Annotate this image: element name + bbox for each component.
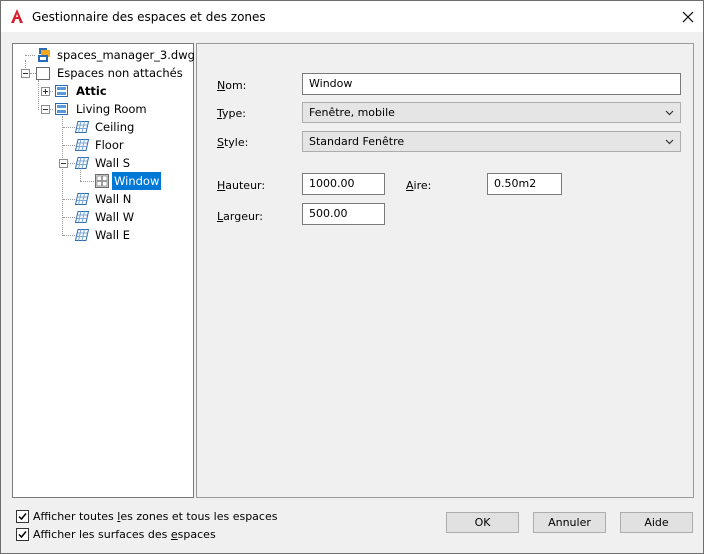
collapse-toggle[interactable] — [41, 105, 50, 114]
surface-icon — [74, 193, 90, 205]
hauteur-label: Hauteur: — [217, 179, 266, 192]
aire-label: Aire: — [406, 179, 432, 192]
surface-icon — [74, 229, 90, 241]
tree-item-living-room[interactable]: Living Room — [13, 100, 193, 118]
show-all-zones-label: Afficher toutes les zones et tous les es… — [33, 510, 278, 523]
tree-item-wall-s[interactable]: Wall S — [13, 154, 193, 172]
nom-field[interactable]: Window — [302, 73, 681, 95]
tree-item-ceiling[interactable]: Ceiling — [13, 118, 193, 136]
tree-item-attic[interactable]: Attic — [13, 82, 193, 100]
show-surfaces-option[interactable]: Afficher les surfaces des espaces — [16, 527, 216, 542]
chevron-down-icon — [665, 139, 674, 145]
largeur-label: Largeur: — [217, 210, 263, 223]
aire-field[interactable]: 0.50m2 — [487, 173, 562, 195]
title-bar: Gestionnaire des espaces et des zones — [1, 1, 703, 32]
expand-toggle[interactable] — [41, 87, 50, 96]
tree-item-wall-w[interactable]: Wall W — [13, 208, 193, 226]
hauteur-field[interactable]: 1000.00 — [302, 173, 385, 195]
show-surfaces-checkbox[interactable] — [16, 528, 29, 541]
space-icon — [55, 103, 68, 115]
properties-panel: Nom: Window Type: Fenêtre, mobile Style:… — [196, 43, 694, 498]
collapse-toggle[interactable] — [21, 69, 30, 78]
cancel-button[interactable]: Annuler — [533, 512, 606, 533]
checkmark-icon — [18, 513, 27, 521]
help-button[interactable]: Aide — [620, 512, 693, 533]
tree-label-wall-n: Wall N — [95, 192, 132, 206]
type-select-value: Fenêtre, mobile — [309, 106, 395, 119]
tree-label-wall-w: Wall W — [95, 210, 135, 224]
checkmark-icon — [18, 531, 27, 539]
tree-label-attic: Attic — [76, 84, 107, 98]
collapse-toggle[interactable] — [59, 159, 68, 168]
type-select[interactable]: Fenêtre, mobile — [302, 102, 681, 123]
folder-icon — [36, 67, 50, 80]
style-label: Style: — [217, 136, 249, 149]
tree-label-wall-s: Wall S — [95, 156, 131, 170]
opening-icon — [95, 174, 109, 188]
space-tree[interactable]: spaces_manager_3.dwg Espaces non attaché… — [12, 43, 195, 498]
space-zone-manager-dialog: Gestionnaire des espaces et des zones sp… — [0, 0, 704, 554]
space-icon — [55, 85, 68, 97]
show-surfaces-label: Afficher les surfaces des espaces — [33, 528, 216, 541]
show-all-zones-option[interactable]: Afficher toutes les zones et tous les es… — [16, 509, 277, 524]
close-icon — [682, 11, 694, 22]
surface-icon — [74, 139, 90, 151]
show-all-zones-checkbox[interactable] — [16, 510, 29, 523]
tree-item-root[interactable]: spaces_manager_3.dwg — [13, 46, 195, 64]
tree-item-window[interactable]: Window — [13, 172, 193, 190]
autocad-icon — [11, 9, 23, 23]
tree-item-unattached[interactable]: Espaces non attachés — [13, 64, 193, 82]
tree-label-root: spaces_manager_3.dwg — [57, 48, 195, 62]
style-select-value: Standard Fenêtre — [309, 135, 405, 148]
tree-label-wall-e: Wall E — [95, 228, 130, 242]
tree-item-floor[interactable]: Floor — [13, 136, 193, 154]
surface-icon — [74, 121, 90, 133]
nom-label: Nom: — [217, 79, 247, 92]
ok-button[interactable]: OK — [446, 512, 519, 533]
close-button[interactable] — [673, 1, 703, 32]
chevron-down-icon — [665, 110, 674, 116]
tree-label-window: Window — [112, 172, 162, 190]
tree-item-wall-n[interactable]: Wall N — [13, 190, 193, 208]
surface-icon — [74, 157, 90, 169]
tree-item-wall-e[interactable]: Wall E — [13, 226, 193, 244]
largeur-field[interactable]: 500.00 — [302, 203, 385, 225]
style-select[interactable]: Standard Fenêtre — [302, 131, 681, 152]
window-title: Gestionnaire des espaces et des zones — [32, 10, 266, 24]
drawing-file-icon — [38, 48, 50, 62]
type-label: Type: — [217, 107, 246, 120]
tree-label-ceiling: Ceiling — [95, 120, 135, 134]
surface-icon — [74, 211, 90, 223]
tree-label-floor: Floor — [95, 138, 124, 152]
tree-label-unattached: Espaces non attachés — [57, 66, 183, 80]
tree-label-living-room: Living Room — [76, 102, 147, 116]
